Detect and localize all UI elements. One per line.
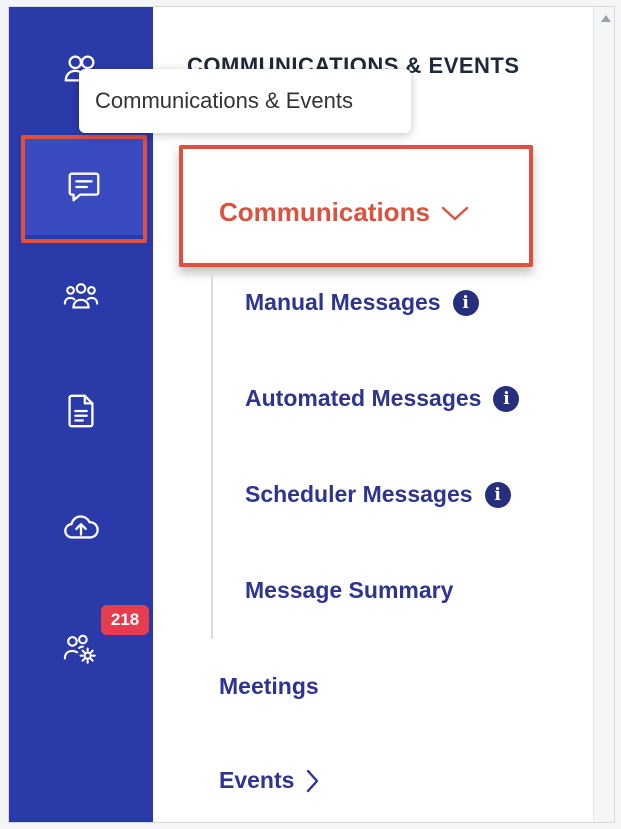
- user-settings-icon: [63, 634, 96, 664]
- cloud-upload-icon: [64, 515, 99, 539]
- rail-highlight-box: [21, 135, 147, 243]
- info-icon[interactable]: i: [452, 289, 479, 316]
- document-icon: [68, 394, 94, 428]
- group-icon: [63, 283, 99, 309]
- scroll-up-arrow-icon[interactable]: [601, 15, 611, 22]
- events-label: Events: [219, 767, 295, 793]
- submenu-item-scheduler-messages[interactable]: Scheduler Messages i: [245, 481, 511, 508]
- vertical-scrollbar[interactable]: [593, 7, 614, 822]
- submenu-guide-line: [211, 273, 213, 639]
- screenshot-frame: 218 COMMUNICATIONS & EVENTS Communicatio…: [0, 0, 621, 829]
- menu-item-events[interactable]: Events: [219, 767, 320, 794]
- chevron-down-icon: [441, 206, 469, 220]
- communications-menu-item[interactable]: Communications: [219, 197, 470, 228]
- info-icon[interactable]: i: [493, 385, 520, 412]
- rail-item-documents[interactable]: [39, 369, 123, 453]
- chevron-right-icon: [307, 769, 319, 792]
- info-icon[interactable]: i: [484, 481, 511, 508]
- meetings-label: Meetings: [219, 673, 319, 699]
- notification-badge: 218: [101, 605, 149, 635]
- menu-item-meetings[interactable]: Meetings: [219, 673, 319, 700]
- submenu-item-label: Automated Messages: [245, 385, 482, 411]
- rail-item-upload[interactable]: [39, 485, 123, 569]
- submenu-item-label: Scheduler Messages: [245, 481, 473, 507]
- tooltip: Communications & Events: [79, 69, 411, 133]
- submenu-item-label: Message Summary: [245, 577, 454, 603]
- rail-item-groups[interactable]: [39, 255, 123, 339]
- communications-label: Communications: [219, 197, 430, 227]
- app-window: 218 COMMUNICATIONS & EVENTS Communicatio…: [8, 6, 615, 823]
- submenu-item-label: Manual Messages: [245, 289, 441, 315]
- submenu-item-automated-messages[interactable]: Automated Messages i: [245, 385, 520, 412]
- submenu-item-manual-messages[interactable]: Manual Messages i: [245, 289, 479, 316]
- submenu-item-message-summary[interactable]: Message Summary: [245, 577, 453, 604]
